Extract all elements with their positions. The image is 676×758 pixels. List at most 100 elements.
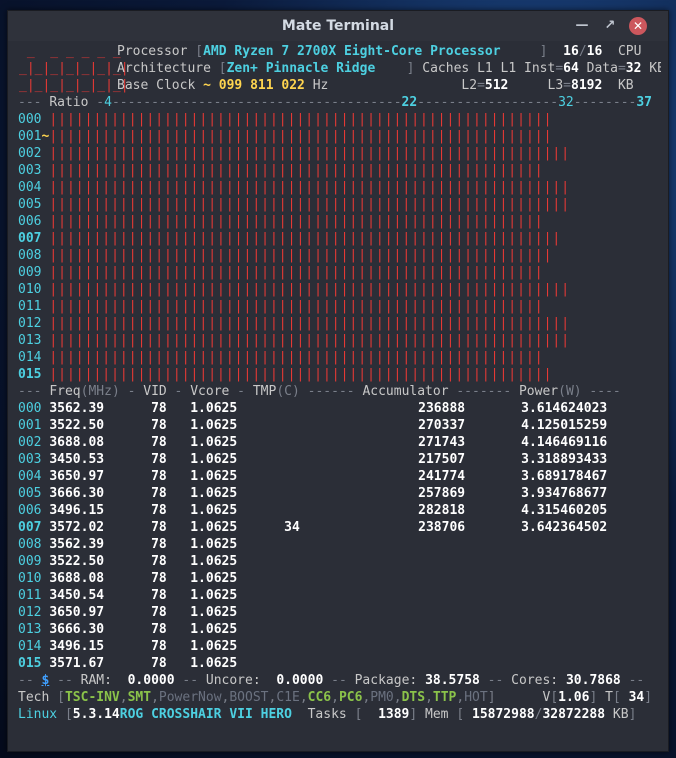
core-id: 009 [18,554,42,569]
core-id: 013 [18,622,42,637]
vcore-value: 1.0625 [190,486,238,501]
core-ratio-row: 000 ||||||||||||||||||||||||||||||||||||… [18,111,552,128]
tech-flag: CC6 [307,690,332,705]
vcore-value: 1.0625 [190,588,238,603]
window-title: Mate Terminal [281,18,395,34]
core-id: 001 [18,418,42,433]
processor-line: Processor [AMD Ryzen 7 2700X Eight-Core … [117,44,642,59]
vid-value: 78 [151,588,167,603]
freq-value: 3688.08 [49,435,105,450]
maximize-icon[interactable]: ↗ [601,17,619,35]
core-id: 005 [18,486,42,501]
ratio-bar: ||||||||||||||||||||||||||||||||||||||||… [49,316,571,331]
vcore-value: 1.0625 [190,469,238,484]
core-id: 011 [18,588,42,603]
core-id: 008 [18,248,42,263]
core-id: 009 [18,265,42,280]
power-value: 3.318893433 [521,452,608,467]
core-id: 013 [18,333,42,348]
core-ratio-row: 008 ||||||||||||||||||||||||||||||||||||… [18,247,552,264]
accumulator-value: 257869 [418,486,466,501]
tech-flag: PowerNow [158,690,222,705]
vid-value: 78 [151,486,167,501]
title-bar[interactable]: Mate Terminal — ↗ ✕ [8,11,668,41]
ratio-bar: ||||||||||||||||||||||||||||||||||||||||… [49,214,544,229]
vid-value: 78 [151,418,167,433]
ratio-bar: ||||||||||||||||||||||||||||||||||||||||… [49,129,553,144]
vid-value: 78 [151,435,167,450]
base-clock-line: Base Clock ~ 099 811 022 Hz L2=512 L3=81… [117,78,634,93]
tech-flag: DTS [401,690,426,705]
tech-flag: PM0 [370,690,394,705]
power-value: 3.614624023 [521,401,608,416]
ratio-bar: ||||||||||||||||||||||||||||||||||||||||… [49,350,544,365]
freq-value: 3572.02 [49,520,105,535]
table-row: 007 3572.02 78 1.0625 34 238706 3.6423645… [18,519,607,536]
core-id: 014 [18,350,42,365]
core-id: 007 [18,231,42,246]
core-id: 015 [18,656,42,671]
vcore-value: 1.0625 [190,452,238,467]
table-row: 015 3571.67 78 1.0625 [18,655,521,672]
vcore-value: 1.0625 [190,554,238,569]
architecture-line: Architecture [Zen+ Pinnacle Ridge ] Cach… [117,61,661,76]
core-id: 014 [18,639,42,654]
table-row: 004 3650.97 78 1.0625 241774 3.689178467 [18,468,607,485]
terminal-window: Mate Terminal — ↗ ✕ _ _ _ _ _ _ _|_|_|_|… [7,10,669,752]
terminal-output[interactable]: _ _ _ _ _ _ _|_|_|_|_|_|_| _|_|_|_|_|_|_… [15,43,661,743]
core-id: 000 [18,112,42,127]
vcore-value: 1.0625 [190,605,238,620]
vid-value: 78 [151,622,167,637]
tech-flags: Tech [TSC-INV,SMT,PowerNow,BOOST,C1E,CC6… [18,690,653,705]
core-ratio-row: 007 ||||||||||||||||||||||||||||||||||||… [18,230,561,247]
minimize-icon[interactable]: — [573,17,591,35]
table-row: 010 3688.08 78 1.0625 [18,570,521,587]
ratio-bar: ||||||||||||||||||||||||||||||||||||||||… [49,367,553,382]
ratio-bar: ||||||||||||||||||||||||||||||||||||||||… [49,163,544,178]
tmp-value: 34 [284,520,300,535]
vid-value: 78 [151,571,167,586]
tech-flag: BOOST [229,690,269,705]
tech-flag: TSC-INV [64,690,120,705]
close-icon[interactable]: ✕ [629,17,647,35]
vid-value: 78 [151,639,167,654]
table-row: 013 3666.30 78 1.0625 [18,621,521,638]
core-id: 004 [18,469,42,484]
core-id: 003 [18,163,42,178]
freq-value: 3650.97 [49,469,105,484]
table-row: 008 3562.39 78 1.0625 [18,536,521,553]
table-row: 001 3522.50 78 1.0625 270337 4.125015259 [18,417,607,434]
vid-value: 78 [151,520,167,535]
power-value: 4.315460205 [521,503,608,518]
ratio-bar: ||||||||||||||||||||||||||||||||||||||||… [49,282,571,297]
power-value: 3.689178467 [521,469,608,484]
power-value: 4.125015259 [521,418,608,433]
core-id: 003 [18,452,42,467]
ratio-bar: ||||||||||||||||||||||||||||||||||||||||… [49,265,544,280]
core-ratio-row: 014 ||||||||||||||||||||||||||||||||||||… [18,349,544,366]
freq-value: 3688.08 [49,571,105,586]
ratio-bar: ||||||||||||||||||||||||||||||||||||||||… [49,197,571,212]
table-row: 006 3496.15 78 1.0625 282818 4.315460205 [18,502,607,519]
core-id: 000 [18,401,42,416]
vcore-value: 1.0625 [190,537,238,552]
vid-value: 78 [151,554,167,569]
accumulator-value: 238706 [418,520,466,535]
tech-flag: PC6 [338,690,363,705]
vid-value: 78 [151,656,167,671]
ratio-bar: ||||||||||||||||||||||||||||||||||||||||… [49,231,562,246]
freq-value: 3666.30 [49,622,105,637]
vid-value: 78 [151,605,167,620]
freq-value: 3522.50 [49,418,105,433]
tech-flag: HOT [464,690,488,705]
ratio-bar: ||||||||||||||||||||||||||||||||||||||||… [49,180,571,195]
vcore-value: 1.0625 [190,435,238,450]
core-id: 005 [18,197,42,212]
vid-value: 78 [151,401,167,416]
core-ratio-row: 005 ||||||||||||||||||||||||||||||||||||… [18,196,570,213]
core-ratio-row: 015 ||||||||||||||||||||||||||||||||||||… [18,366,552,383]
core-id: 002 [18,146,42,161]
accumulator-value: 236888 [418,401,466,416]
column-header: --- Freq(MHz) - VID - Vcore - TMP(C) ---… [18,384,621,399]
ratio-bar: ||||||||||||||||||||||||||||||||||||||||… [49,112,553,127]
